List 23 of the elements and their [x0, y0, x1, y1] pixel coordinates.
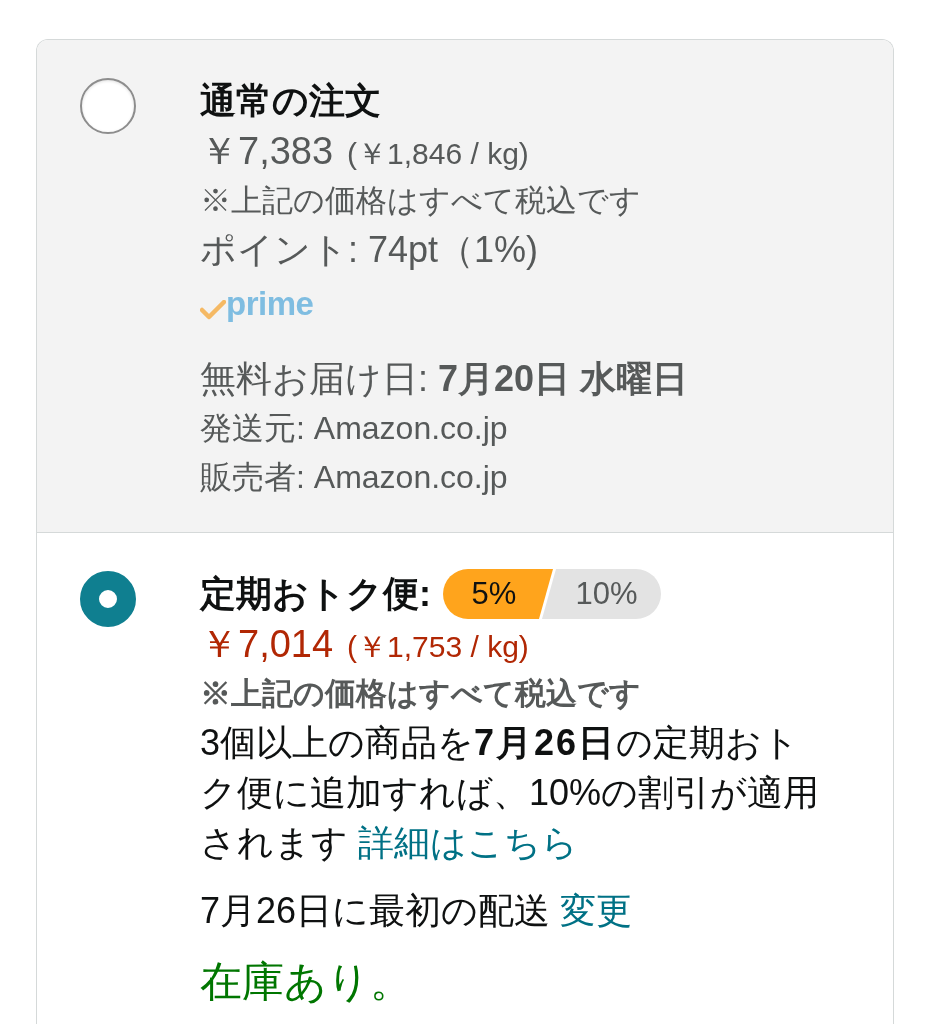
discount-tier: 5% [443, 569, 553, 619]
radio-button[interactable] [80, 78, 136, 134]
discount-tier: 10% [542, 569, 661, 619]
price: ￥7,014 [200, 622, 334, 667]
unit-price: (￥1,846 / kg) [347, 136, 529, 172]
unit-price: (￥1,753 / kg) [347, 629, 529, 665]
first-delivery-text: 7月26日に最初の配送 変更 [200, 889, 634, 933]
radio-button[interactable] [80, 571, 136, 627]
checkmark-icon [200, 300, 226, 320]
sold-by-text: 販売者: Amazon.co.jp [200, 458, 508, 497]
price: ￥7,383 [200, 129, 334, 174]
tax-note: ※上記の価格はすべて税込です [200, 675, 641, 713]
delivery-date-text: 無料お届け日: 7月20日 水曜日 [200, 357, 689, 401]
ships-from-text: 発送元: Amazon.co.jp [200, 409, 508, 448]
tax-note: ※上記の価格はすべて税込です [200, 182, 641, 220]
stock-status: 在庫あり。 [200, 957, 412, 1007]
change-link[interactable]: 変更 [560, 890, 633, 931]
promo-text: 3個以上の商品を7月26日の定期おトク便に追加すれば、10%の割引が適用されます 詳細はこちら [200, 721, 821, 865]
details-link[interactable]: 詳細はこちら [358, 822, 578, 863]
option-title: 定期おトク便: [200, 572, 431, 616]
prime-wordmark: prime [226, 284, 314, 324]
points-text: ポイント: 74pt（1%) [200, 228, 539, 272]
option-title: 通常の注文 [200, 79, 381, 123]
